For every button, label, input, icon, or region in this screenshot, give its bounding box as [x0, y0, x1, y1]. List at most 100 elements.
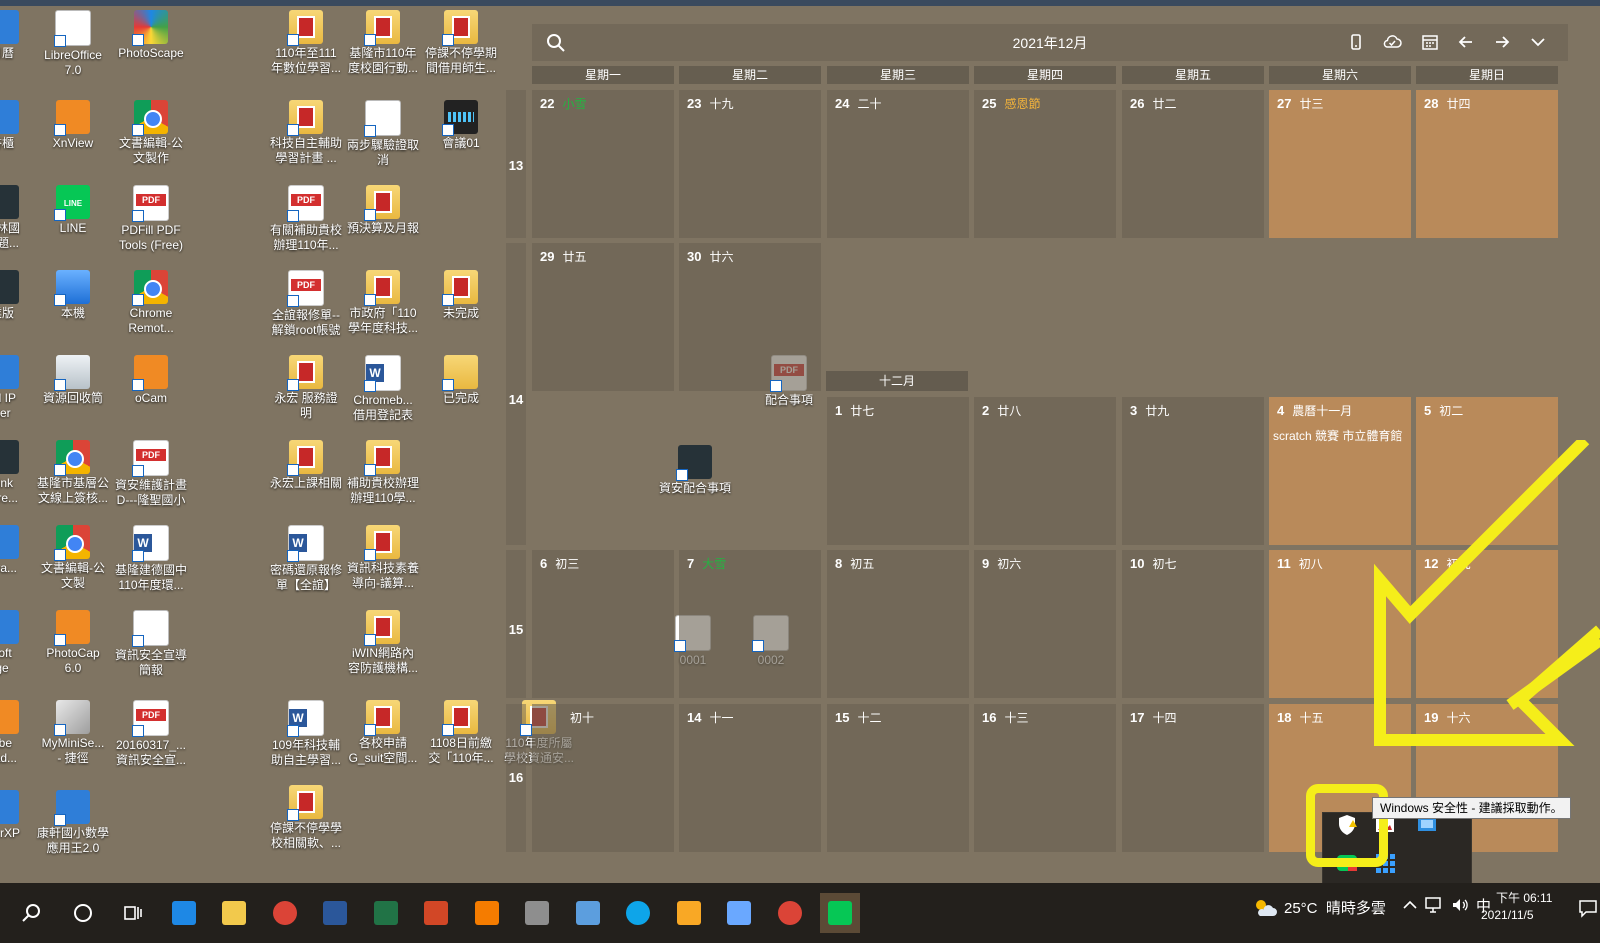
- week-number[interactable]: 14: [506, 243, 526, 545]
- desktop-icon[interactable]: 市政府「110 學年度科技...: [345, 270, 421, 336]
- day-cell[interactable]: 25 感恩節: [974, 90, 1116, 238]
- desktop-icon[interactable]: 全誼報修單-- 解鎖root帳號: [268, 270, 344, 338]
- desktop-icon[interactable]: 未完成: [423, 270, 499, 321]
- day-cell[interactable]: 初十: [532, 704, 674, 852]
- day-cell[interactable]: 9 初六: [974, 550, 1116, 698]
- desktop-icon[interactable]: 20160317_... 資訊安全宣...: [113, 700, 189, 768]
- day-cell[interactable]: 1 廿七: [827, 397, 969, 545]
- desktop-icon[interactable]: 日曆: [0, 10, 40, 61]
- desktop-icon[interactable]: XnView: [35, 100, 111, 151]
- day-cell[interactable]: 10 初七: [1122, 550, 1264, 698]
- cortana-icon[interactable]: [63, 893, 103, 933]
- desktop-icon[interactable]: LibreOffice 7.0: [35, 10, 111, 78]
- day-cell[interactable]: 3 廿九: [1122, 397, 1264, 545]
- line-icon[interactable]: [820, 893, 860, 933]
- desktop-icon[interactable]: soft ge: [0, 610, 40, 676]
- desktop-icon[interactable]: 兩步驟驗證取 消: [345, 100, 421, 168]
- desktop-icon[interactable]: 科技自主輔助 學習計畫 ...: [268, 100, 344, 166]
- chrome-icon[interactable]: [265, 893, 305, 933]
- day-cell[interactable]: 27 廿三: [1269, 90, 1411, 238]
- desktop-icon[interactable]: 業版: [0, 270, 40, 321]
- desktop-icon[interactable]: 預決算及月報: [345, 185, 421, 236]
- edge-legacy-icon[interactable]: [164, 893, 204, 933]
- desktop-icon[interactable]: Chromeb... 借用登記表: [345, 355, 421, 423]
- excel-icon[interactable]: [366, 893, 406, 933]
- day-cell[interactable]: 16 十三: [974, 704, 1116, 852]
- network-icon[interactable]: [1424, 895, 1444, 915]
- desktop-icon[interactable]: 資源回收筒: [35, 355, 111, 406]
- arrow-left-icon[interactable]: [1456, 32, 1476, 52]
- day-cell[interactable]: 7 大雪: [679, 550, 821, 698]
- desktop-icon[interactable]: 書櫃: [0, 100, 40, 151]
- desktop-icon[interactable]: Link Dire...: [0, 440, 40, 506]
- desktop-icon[interactable]: 資安維護計畫 D---隆聖國小: [113, 440, 189, 508]
- day-cell[interactable]: 22 小雪: [532, 90, 674, 238]
- week-number[interactable]: 13: [506, 90, 526, 238]
- desktop-icon[interactable]: MyMiniSe... - 捷徑: [35, 700, 111, 766]
- desktop-icon[interactable]: 停課不停學學 校相關軟、...: [268, 785, 344, 851]
- desktop-icon[interactable]: ed IP ner: [0, 355, 40, 421]
- desktop-icon[interactable]: PhotoScape: [113, 10, 189, 61]
- desktop-icon[interactable]: 會議01: [423, 100, 499, 151]
- day-cell[interactable]: 23 十九: [679, 90, 821, 238]
- paint-3d-icon[interactable]: [669, 893, 709, 933]
- desktop-icon[interactable]: 已完成: [423, 355, 499, 406]
- weather-icon[interactable]: [1252, 896, 1278, 920]
- desktop-icon[interactable]: 永宏上課相關: [268, 440, 344, 491]
- phone-icon[interactable]: [1346, 32, 1366, 52]
- day-cell[interactable]: 2 廿八: [974, 397, 1116, 545]
- action-center-icon[interactable]: [1578, 898, 1598, 918]
- desktop-icon[interactable]: 康軒國小數學 應用王2.0: [35, 790, 111, 856]
- desktop-icon[interactable]: 文書編輯-公 文製作: [113, 100, 189, 166]
- desktop-icon[interactable]: 基隆市110年 度校園行動...: [345, 10, 421, 76]
- day-cell[interactable]: 24 二十: [827, 90, 969, 238]
- desktop-icon[interactable]: 密碼還原報修 單【全誼】: [268, 525, 344, 593]
- desktop-icon[interactable]: 桃林國 級題...: [0, 185, 40, 251]
- desktop-icon[interactable]: 文書編輯-公 文製: [35, 525, 111, 591]
- desktop-icon[interactable]: nierXP: [0, 790, 40, 841]
- arrow-right-icon[interactable]: [1492, 32, 1512, 52]
- desktop-icon[interactable]: Chrome Remot...: [113, 270, 189, 336]
- desktop-icon[interactable]: 基隆建德國中 110年度環...: [113, 525, 189, 593]
- day-cell[interactable]: 30 廿六: [679, 243, 821, 391]
- day-cell[interactable]: 17 十四: [1122, 704, 1264, 852]
- desktop-icon[interactable]: 永宏 服務證 明: [268, 355, 344, 421]
- desktop-icon[interactable]: 基隆市基層公 文線上簽核...: [35, 440, 111, 506]
- day-cell[interactable]: 15 十二: [827, 704, 969, 852]
- day-cell[interactable]: 28 廿四: [1416, 90, 1558, 238]
- powerpoint-icon[interactable]: [416, 893, 456, 933]
- task-view-icon[interactable]: [113, 893, 153, 933]
- clock-date[interactable]: 2021/11/5: [1481, 908, 1534, 922]
- chrome-profile-icon[interactable]: [770, 893, 810, 933]
- chevron-up-icon[interactable]: [1402, 895, 1418, 915]
- chevron-down-icon[interactable]: [1528, 32, 1548, 52]
- cloud-check-icon[interactable]: [1382, 32, 1402, 52]
- day-cell[interactable]: 6 初三: [532, 550, 674, 698]
- day-cell[interactable]: 14 十一: [679, 704, 821, 852]
- desktop-icon[interactable]: ube bad...: [0, 700, 40, 766]
- desktop-icon[interactable]: LINE: [35, 185, 111, 236]
- desktop-icon[interactable]: 資訊科技素養 導向-議算...: [345, 525, 421, 591]
- desktop-icon[interactable]: iWIN網路內 容防護機構...: [345, 610, 421, 676]
- desktop-icon[interactable]: 停課不停學期 間借用師生...: [423, 10, 499, 76]
- desktop-icon[interactable]: PDFill PDF Tools (Free): [113, 185, 189, 253]
- desktop-icon[interactable]: oCam: [113, 355, 189, 406]
- search-icon[interactable]: [12, 893, 52, 933]
- weather-text[interactable]: 25°C 晴時多雲: [1284, 897, 1386, 918]
- desktop-icon[interactable]: 1108日前繳 交「110年...: [423, 700, 499, 766]
- desktop-icon[interactable]: 本機: [35, 270, 111, 321]
- word-icon[interactable]: [315, 893, 355, 933]
- photos-icon[interactable]: [568, 893, 608, 933]
- paint-icon[interactable]: [517, 893, 557, 933]
- desktop-icon[interactable]: 補助貴校辦理 辦理110學...: [345, 440, 421, 506]
- desktop-icon[interactable]: PhotoCap 6.0: [35, 610, 111, 676]
- desktop-icon[interactable]: 資訊安全宣導 簡報: [113, 610, 189, 678]
- remote-desktop-icon[interactable]: [719, 893, 759, 933]
- vlc-icon[interactable]: [467, 893, 507, 933]
- week-number[interactable]: 15: [506, 550, 526, 698]
- desktop-icon[interactable]: 有關補助貴校 辦理110年...: [268, 185, 344, 253]
- calendar-icon[interactable]: [1420, 32, 1440, 52]
- day-cell[interactable]: 29 廿五: [532, 243, 674, 391]
- volume-icon[interactable]: [1450, 895, 1470, 915]
- day-cell[interactable]: 26 廿二: [1122, 90, 1264, 238]
